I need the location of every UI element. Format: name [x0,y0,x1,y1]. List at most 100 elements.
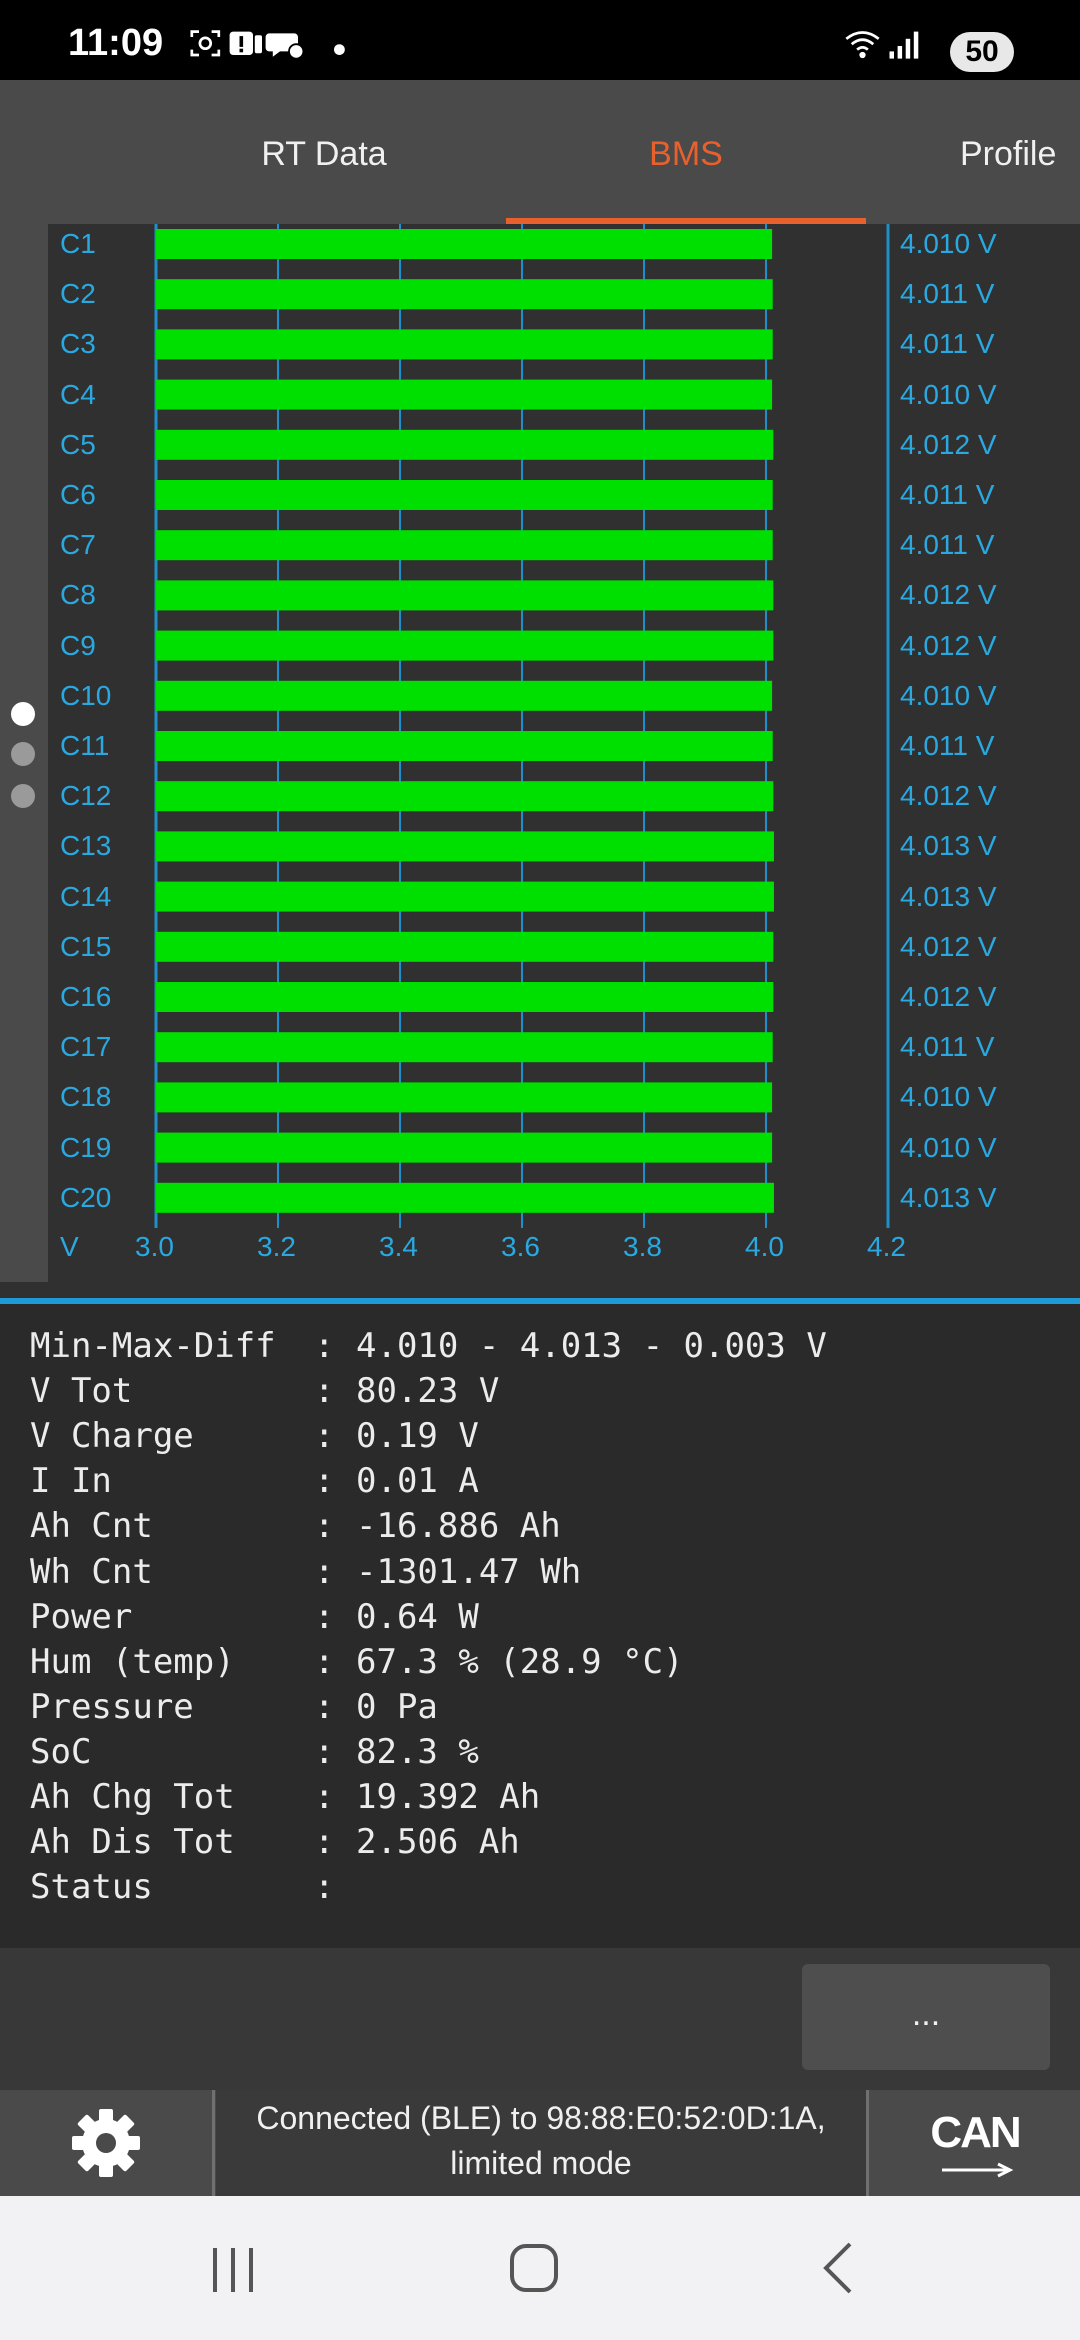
stat-value: -1301.47 Wh [356,1551,582,1592]
battery-indicator: 50 [950,32,1014,72]
stat-separator: : [314,1867,335,1908]
status-bar: 11:09 50 [0,0,1080,80]
stat-value: -16.886 Ah [356,1506,561,1547]
cell-bar [156,630,774,661]
cell-bar [156,781,774,812]
stat-row: SoC:82.3 % [30,1732,479,1777]
cell-label: C5 [60,428,96,460]
cell-voltage-label: 4.012 V [900,780,997,812]
cell-bar [156,229,773,259]
stat-row: Hum (temp):67.3 % (28.9 °C) [30,1642,684,1687]
cell-voltage-label: 4.012 V [900,930,997,962]
stat-separator: : [314,1596,335,1637]
stat-separator: : [314,1371,335,1412]
system-nav-bar [0,2196,1080,2340]
cell-bar [156,379,773,410]
cell-voltage-chart: C1 4.010 V C2 4.011 V C3 4.011 V C4 4.010 V C5 4.… [0,224,1080,1286]
stat-separator: : [314,1686,335,1727]
tab-profile[interactable]: Profile [960,80,1080,224]
cell-voltage-label: 4.013 V [900,1181,997,1213]
recent-apps-button[interactable] [134,2196,334,2340]
toolbar-separator [212,2090,215,2196]
x-tick-label: 4.0 [745,1231,784,1262]
cell-voltage-label: 4.010 V [900,378,997,410]
wifi-icon [845,31,880,59]
stat-label: Wh Cnt [30,1551,153,1592]
stat-row: Min-Max-Diff:4.010 - 4.013 - 0.003 V [30,1326,827,1371]
gear-icon [72,2109,140,2177]
x-tick-label: 3.0 [135,1231,174,1262]
settings-button[interactable] [0,2090,212,2196]
cell-label: C7 [60,529,96,561]
cell-label: C10 [60,679,112,711]
cell-bar [156,731,773,761]
screenshot-icon [190,30,221,57]
bottom-toolbar: Connected (BLE) to 98:88:E0:52:0D:1A, li… [0,2090,1080,2196]
stat-label: Pressure [30,1686,194,1727]
stat-label: V Charge [30,1416,194,1457]
stat-label: Ah Chg Tot [30,1777,235,1817]
cell-voltage-label: 4.010 V [900,1081,997,1113]
cell-voltage-label: 4.010 V [900,1131,997,1163]
cell-bar [156,1132,773,1163]
stat-label: Ah Dis Tot [30,1822,235,1863]
stat-separator: : [314,1506,335,1547]
connection-status-line2: limited mode [450,2145,632,2181]
stat-value: 19.392 Ah [356,1777,541,1817]
stat-label: Hum (temp) [30,1641,235,1682]
tab-bar: i RT Data BMS Profile [0,80,1080,224]
stat-value: 82.3 % [356,1731,479,1772]
tab-info[interactable]: i [0,80,20,224]
cell-voltage-label: 4.013 V [900,880,997,912]
status-icons-right [845,31,919,59]
connection-status-line1: Connected (BLE) to 98:88:E0:52:0D:1A, [256,2100,826,2136]
can-button[interactable]: CAN [870,2090,1080,2196]
x-tick-label: 3.2 [257,1231,296,1262]
app-root: 11:09 50 RT Data BMS Profile C1 4.010 V … [0,0,1080,2340]
stat-separator: : [314,1416,335,1457]
x-tick-label: 3.6 [501,1231,540,1262]
home-button[interactable] [434,2196,634,2340]
connection-status[interactable]: Connected (BLE) to 98:88:E0:52:0D:1A, li… [216,2090,866,2196]
status-time: 11:09 [68,22,164,64]
x-axis-label: V [60,1231,79,1262]
cell-voltage-label: 4.012 V [900,428,997,460]
stat-label: Ah Cnt [30,1506,153,1547]
cell-voltage-label: 4.013 V [900,830,997,862]
signal-icon [889,31,919,59]
action-row: ... [0,1948,1080,2090]
cell-bar [156,530,773,561]
cell-bar [156,831,774,862]
stat-value: 67.3 % (28.9 °C) [356,1641,684,1682]
stat-row: Ah Cnt: -16.886 Ah [30,1506,561,1551]
cell-voltage-label: 4.011 V [900,1031,995,1063]
cell-voltage-label: 4.011 V [900,328,995,360]
stat-separator: : [314,1326,335,1366]
stat-separator: : [314,1777,335,1817]
tab-bms[interactable]: BMS [506,80,866,224]
stat-row: Ah Dis Tot:2.506 Ah [30,1822,520,1867]
back-button[interactable] [738,2196,938,2340]
stat-separator: : [314,1551,335,1592]
toolbar-separator [866,2090,869,2196]
cell-bar [156,580,774,611]
cell-voltage-label: 4.011 V [900,529,995,561]
tab-rt-data[interactable]: RT Data [164,80,484,224]
x-tick-label: 4.2 [867,1231,906,1262]
bms-stats-panel: Min-Max-Diff:4.010 - 4.013 - 0.003 VV To… [0,1304,1080,1948]
dot-icon [334,44,345,55]
x-tick-label: 3.8 [623,1231,662,1262]
arrow-right-icon [942,2162,1014,2178]
more-button[interactable]: ... [802,1964,1050,2070]
cell-label: C1 [60,228,96,259]
cell-voltage-label: 4.010 V [900,679,997,711]
stat-row: I In:0.01 A [30,1461,479,1506]
cell-label: C12 [60,780,112,812]
stat-label: Min-Max-Diff [30,1326,276,1366]
stat-separator: : [314,1731,335,1772]
stat-row: Power:0.64 W [30,1597,479,1642]
cell-voltage-label: 4.011 V [900,479,995,510]
stat-value: 2.506 Ah [356,1822,520,1863]
cell-bar [156,1182,774,1213]
cell-label: C15 [60,930,112,962]
